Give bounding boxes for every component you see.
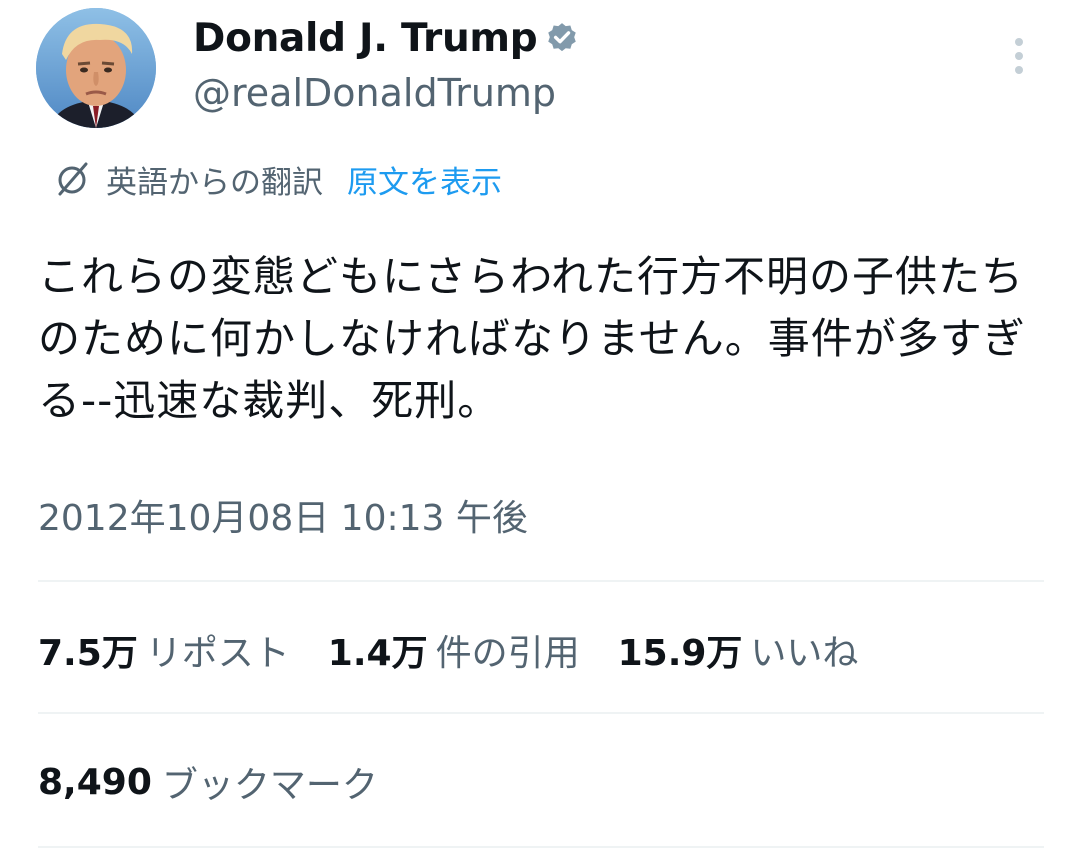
bookmarks-label: ブックマーク [161,765,378,806]
likes-count: 15.9万 [617,633,743,674]
quotes-count: 1.4万 [327,633,428,674]
divider [38,712,1044,714]
show-original-link[interactable]: 原文を表示 [347,157,502,202]
avatar[interactable] [36,8,156,128]
divider [38,580,1044,582]
tweet-timestamp[interactable]: 2012年10月08日 10:13 午後 [38,492,528,546]
divider [38,846,1044,848]
tweet-detail: Donald J. Trump @realDonaldTrump 英語からの翻訳… [0,0,1080,864]
translation-label: 英語からの翻訳 [106,164,323,201]
likes-label: いいね [750,633,859,674]
author-handle[interactable]: @realDonaldTrump [193,68,556,118]
reposts-label: リポスト [145,633,290,674]
quotes-label: 件の引用 [435,633,580,674]
bookmarks-stat[interactable]: 8,490 ブックマーク [38,754,378,810]
more-vertical-icon[interactable] [1003,36,1035,80]
verified-badge-icon [548,23,577,52]
reposts-stat[interactable]: 7.5万 リポスト [38,624,290,676]
translate-icon [58,162,88,196]
author-name[interactable]: Donald J. Trump [193,14,579,64]
reposts-count: 7.5万 [38,633,138,674]
translation-row: 英語からの翻訳 原文を表示 [52,156,502,202]
likes-stat[interactable]: 15.9万 いいね [618,624,859,676]
engagement-stats: 7.5万 リポスト 1.4万 件の引用 15.9万 いいね [38,622,896,678]
bookmarks-count: 8,490 [38,761,152,803]
tweet-text: これらの変態どもにさらわれた行方不明の子供たちのために何かしなければなりません。… [38,252,1026,425]
avatar-image [36,8,156,128]
quotes-stat[interactable]: 1.4万 件の引用 [328,624,580,676]
author-name-text: Donald J. Trump [193,16,538,61]
